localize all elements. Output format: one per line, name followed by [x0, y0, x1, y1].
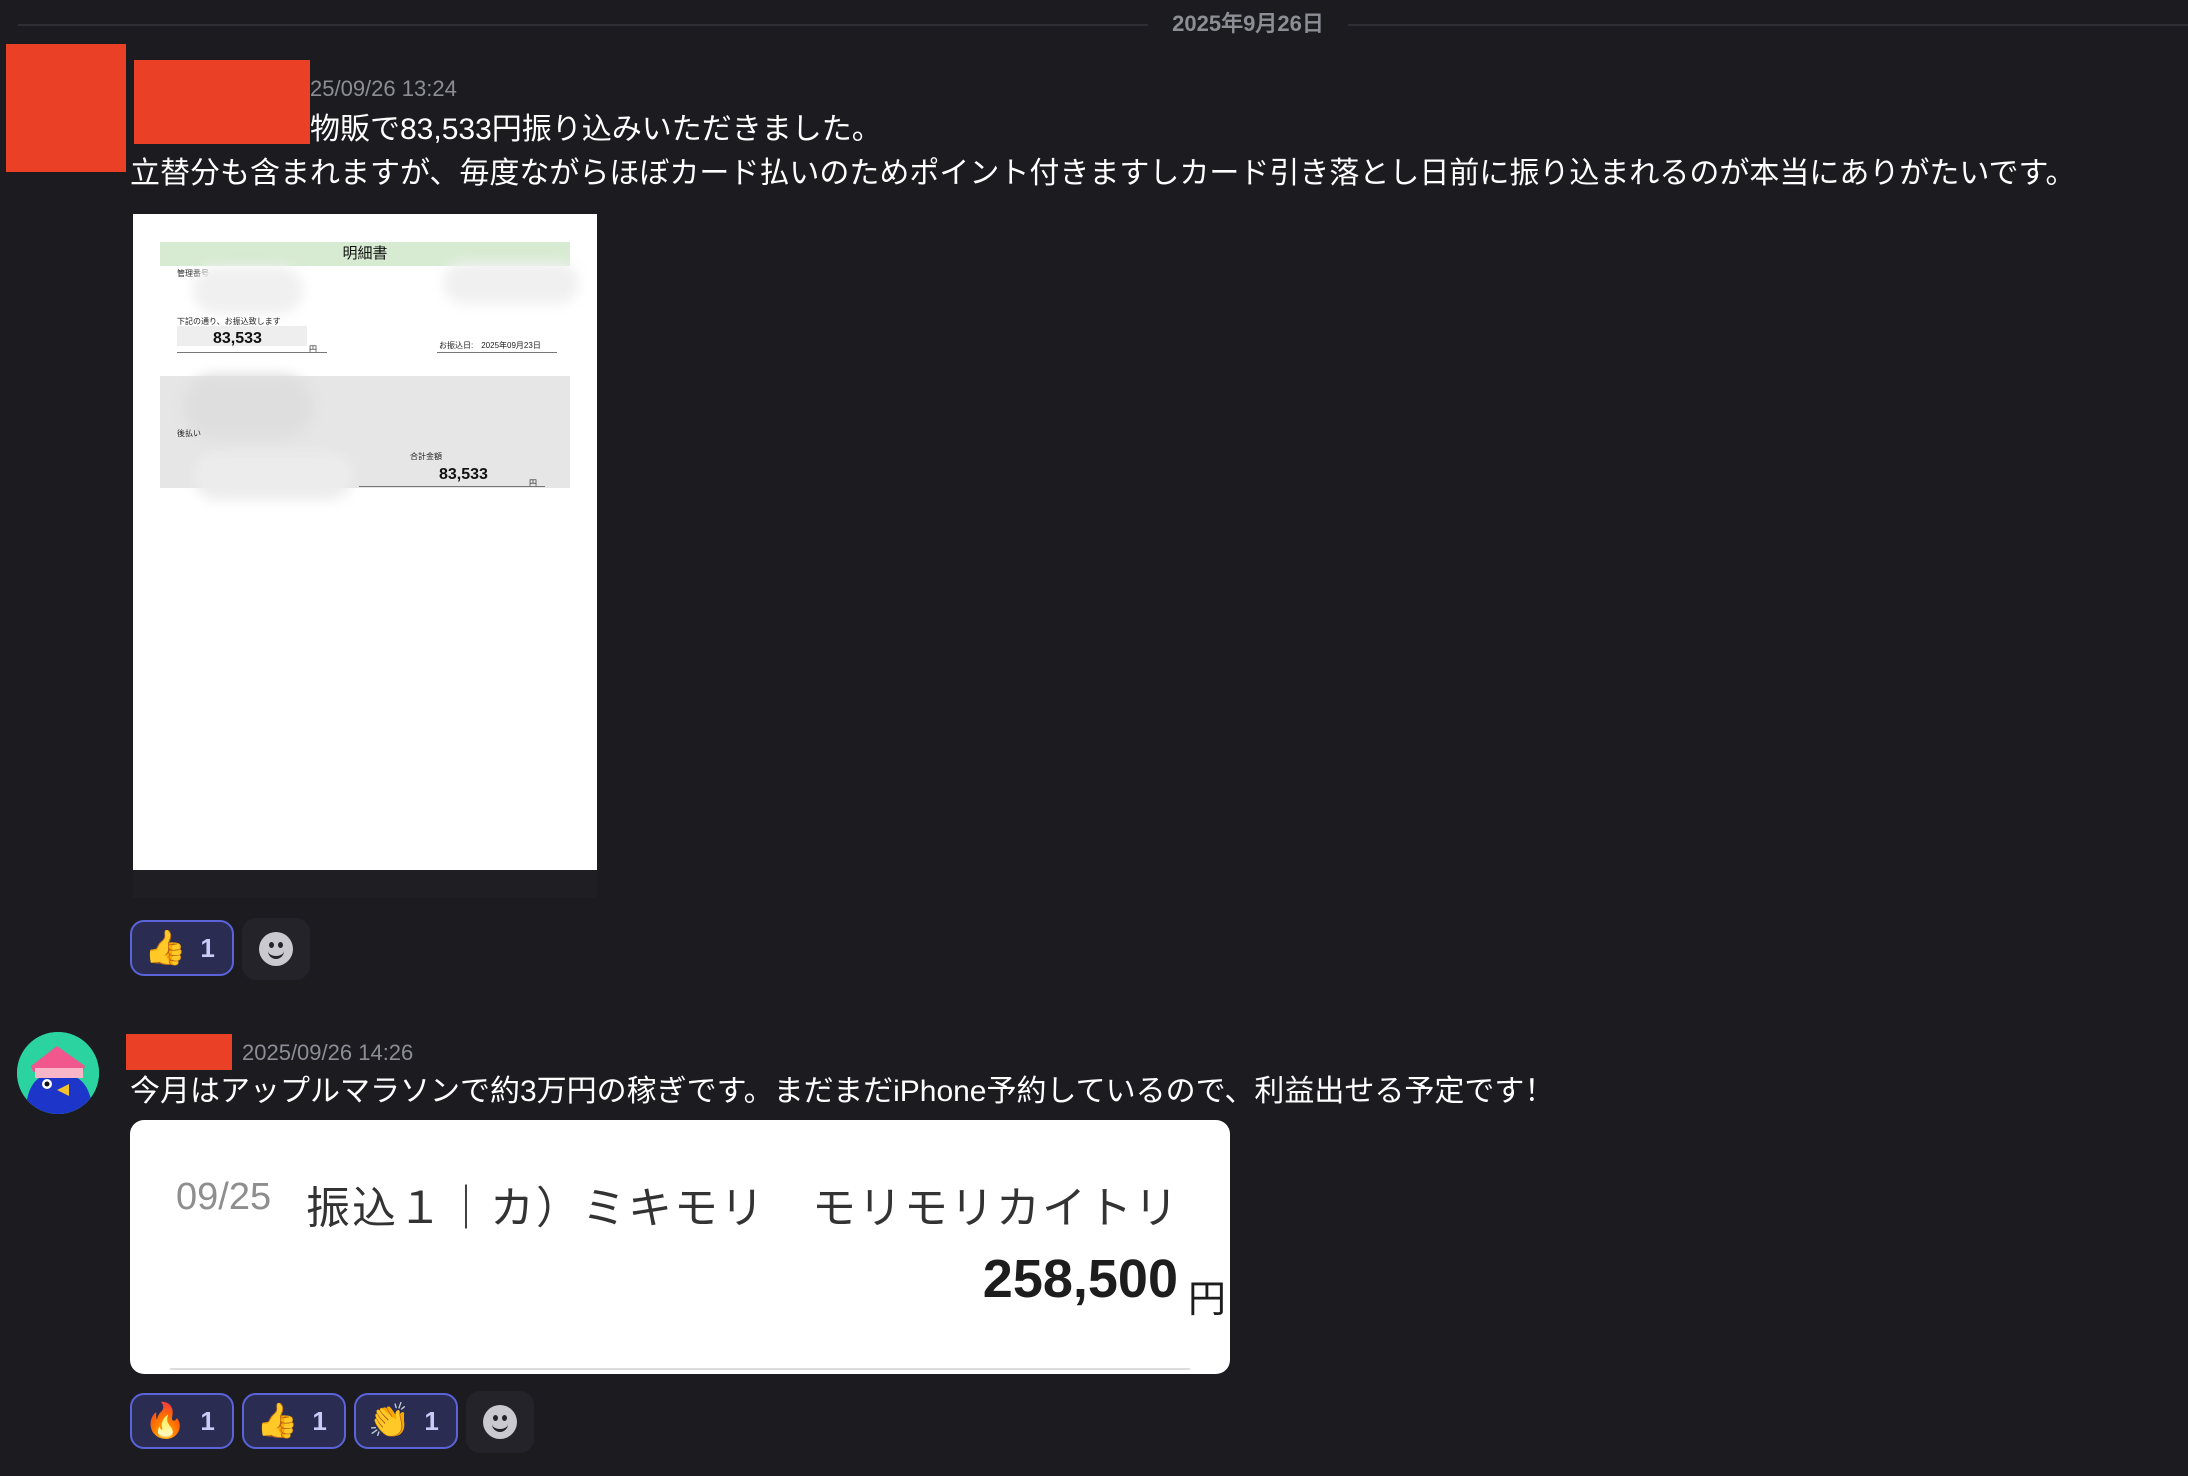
thumbs-up-icon: 👍 — [256, 1402, 299, 1440]
blurred-region — [443, 262, 579, 304]
avatar-character-icon — [17, 1032, 99, 1114]
statement-label: 合計金額 — [410, 452, 442, 461]
date-divider: 2025年9月26日 — [1148, 10, 1348, 38]
bank-transfer-description: 振込１｜カ）ミキモリ モリモリカイトリ — [306, 1184, 1180, 1233]
redacted-username — [126, 1034, 232, 1070]
add-reaction-button[interactable] — [466, 1391, 534, 1453]
blurred-region — [193, 452, 353, 500]
reaction-thumbs-up[interactable]: 👍 1 — [242, 1393, 346, 1449]
date-divider-line — [18, 24, 2188, 26]
add-reaction-button[interactable] — [242, 918, 310, 980]
bank-transfer-image[interactable]: 09/25 振込１｜カ）ミキモリ モリモリカイトリ 258,500 円 — [130, 1120, 1230, 1374]
statement-label: 後払い — [177, 429, 201, 438]
smiley-icon — [483, 1405, 517, 1439]
message-text-line: 立替分も含まれますが、毎度ながらほぼカード払いのためポイント付きますしカード引き… — [130, 157, 2076, 190]
statement-transfer-date: お振込日: 2025年09月23日 — [439, 341, 541, 350]
message-text-line: 物販で83,533円振り込みいただきました。 — [310, 113, 882, 146]
statement-unit: 円 — [529, 479, 537, 488]
fire-icon: 🔥 — [144, 1402, 187, 1440]
reaction-clap[interactable]: 👏 1 — [354, 1393, 458, 1449]
statement-image[interactable]: 明細書 管理番号 下記の通り、お振込致します 83,533 円 お振込日: 20… — [133, 214, 597, 870]
blurred-region — [193, 266, 303, 314]
smiley-icon — [259, 932, 293, 966]
statement-amount: 83,533 — [213, 330, 262, 347]
reaction-count: 1 — [200, 932, 215, 963]
blurred-region — [183, 374, 313, 438]
reaction-count: 1 — [424, 1405, 439, 1436]
bank-transfer-amount: 258,500 — [982, 1249, 1178, 1309]
thumbs-up-icon: 👍 — [144, 929, 187, 967]
redacted-avatar — [6, 44, 126, 172]
reaction-count: 1 — [312, 1405, 327, 1436]
chat-view: 2025年9月26日 25/09/26 13:24 物販で83,533円振り込み… — [0, 0, 2188, 1476]
message-timestamp: 25/09/26 13:24 — [310, 76, 457, 101]
statement-total: 83,533 — [439, 466, 488, 483]
reaction-count: 1 — [200, 1405, 215, 1436]
redacted-username — [134, 60, 310, 144]
statement-unit: 円 — [309, 345, 317, 354]
avatar[interactable] — [17, 1032, 99, 1114]
bank-transfer-unit: 円 — [1187, 1279, 1226, 1321]
message-text-line: 今月はアップルマラソンで約3万円の稼ぎです。まだまだiPhone予約しているので… — [130, 1075, 1555, 1108]
message-timestamp: 2025/09/26 14:26 — [242, 1040, 414, 1065]
reaction-thumbs-up[interactable]: 👍 1 — [130, 920, 234, 976]
clapping-hands-icon: 👏 — [368, 1402, 411, 1440]
reaction-fire[interactable]: 🔥 1 — [130, 1393, 234, 1449]
bank-transfer-date: 09/25 — [176, 1176, 272, 1218]
